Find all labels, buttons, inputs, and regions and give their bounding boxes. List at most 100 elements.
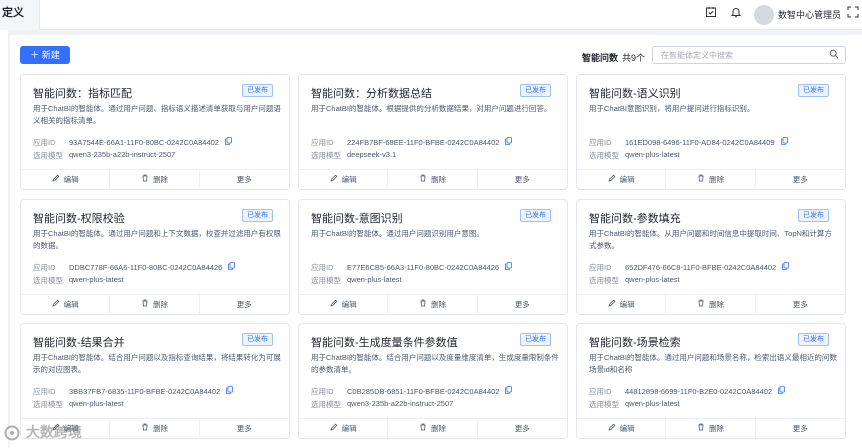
edit-label: 编辑 [619,424,635,433]
agent-card[interactable]: 智能问数-语义识别 已发布 用于ChatBI意图识别，将用户提问进行指标识别。 应用I… [576,74,846,190]
card-actions: 编辑 删除 更多 [299,418,567,439]
bell-icon[interactable] [729,6,743,20]
model-label: 选用模型 [33,276,63,285]
watermark: 大数跨境 [4,422,82,442]
agent-card[interactable]: 智能问数-权限校验 已发布 用于ChatBI的智能体。通过用户问题和上下文数据，校查… [20,199,290,315]
card-title[interactable]: 智能问数-参数填充 [589,210,681,226]
left-gutter [0,30,8,448]
edit-button[interactable]: 编辑 [21,295,111,315]
status-badge: 已发布 [798,84,829,97]
more-button[interactable]: 更多 [478,170,567,190]
more-button[interactable]: 更多 [756,295,845,315]
more-button[interactable]: 更多 [478,419,567,439]
more-button[interactable]: 更多 [200,170,289,190]
delete-button[interactable]: 删除 [388,295,478,315]
agent-card[interactable]: 智能问数：指标匹配 已发布 用于ChatBI的智能体。通过用户问题、指标语义描述清单… [20,74,290,190]
card-title[interactable]: 智能问数-场景检索 [589,334,681,350]
edit-icon [330,174,338,184]
calendar-check-icon[interactable] [704,6,718,20]
count-label: 智能问数 [582,53,619,63]
card-title[interactable]: 智能问数-生成度量条件参数值 [311,334,458,350]
delete-icon [419,299,427,309]
edit-label: 编辑 [619,300,635,309]
card-title[interactable]: 智能问数-结果合并 [33,334,125,350]
model-label: 选用模型 [311,151,341,160]
username[interactable]: 数智中心管理员 [778,8,841,21]
card-title[interactable]: 智能问数-语义识别 [589,85,681,101]
app-id-text: 3BB37FB7-6835-11F0-BFBE-0242C0A84402 [69,387,221,396]
model-label: 选用模型 [589,400,619,409]
model-value: qwen-plus-latest [69,399,124,408]
new-button[interactable]: ＋ 新建 [20,46,70,64]
delete-button[interactable]: 删除 [110,170,200,190]
fullscreen-icon[interactable] [846,6,860,20]
status-badge: 已发布 [520,84,551,97]
delete-button[interactable]: 删除 [110,419,200,439]
more-button[interactable]: 更多 [200,295,289,315]
delete-button[interactable]: 删除 [666,419,756,439]
delete-button[interactable]: 删除 [666,295,756,315]
delete-label: 删除 [430,300,446,309]
delete-label: 删除 [708,175,724,184]
edit-label: 编辑 [341,300,357,309]
card-title[interactable]: 智能问数-意图识别 [311,210,403,226]
copy-icon[interactable] [505,386,513,396]
edit-button[interactable]: 编辑 [299,419,389,439]
delete-label: 删除 [708,300,724,309]
edit-button[interactable]: 编辑 [21,170,111,190]
agent-card[interactable]: 智能问数-意图识别 已发布用于ChatBI的智能体。通过用户问题识别用户意图。 应用… [298,199,568,315]
delete-button[interactable]: 删除 [388,170,478,190]
more-label: 更多 [514,175,530,184]
edit-button[interactable]: 编辑 [577,170,667,190]
card-description: 用于ChatBI的智能体。结合用户问题以及指标查询结果，将结果转化为可展示的对应… [33,353,281,374]
card-description: 用于ChatBI意图识别，将用户提问进行指标识别。 [589,104,755,113]
tab-definition[interactable]: 定义 [0,0,40,30]
search-input[interactable]: 在智能体定义中搜索 [652,46,846,64]
edit-button[interactable]: 编辑 [577,295,667,315]
card-title[interactable]: 智能问数-权限校验 [33,210,125,226]
delete-icon [697,174,705,184]
status-badge: 已发布 [520,209,551,222]
copy-icon[interactable] [228,262,236,272]
avatar[interactable] [754,5,774,25]
model-value: deepseek-v3.1 [347,150,397,159]
status-badge: 已发布 [242,209,273,222]
copy-icon[interactable] [505,137,513,147]
edit-icon [330,299,338,309]
status-badge: 已发布 [242,84,273,97]
delete-button[interactable]: 删除 [110,295,200,315]
search-icon[interactable] [829,49,839,62]
delete-label: 删除 [152,300,168,309]
delete-button[interactable]: 删除 [388,419,478,439]
copy-icon[interactable] [226,386,234,396]
more-button[interactable]: 更多 [478,295,567,315]
copy-icon[interactable] [778,386,785,396]
agent-card[interactable]: 智能问数-参数填充 已发布 用于ChatBI的智能体。从用户问题和时间信息中提取时间… [576,199,846,315]
agent-card[interactable]: 智能问数：分析数据总结 已发布 用于ChatBI的智能体。根据提供的分析数据结果，对… [298,74,568,190]
copy-icon[interactable] [782,262,790,272]
card-description: 用于ChatBI的智能体。通过用户问题识别用户意图。 [311,229,484,238]
copy-icon[interactable] [505,262,512,272]
card-title[interactable]: 智能问数：指标匹配 [33,85,132,101]
edit-icon [52,299,60,309]
card-actions: 编辑 删除 更多 [577,169,845,190]
model-label: 选用模型 [589,151,619,160]
edit-button[interactable]: 编辑 [299,295,389,315]
app-id-text: 93A7544E-66A1-11F0-80BC-0242C0A84402 [69,138,219,147]
agent-card[interactable]: 智能问数-场景检索 已发布 用于ChatBI的智能体。通过用户问题和场景名称，检索出… [576,323,846,439]
edit-button[interactable]: 编辑 [299,170,389,190]
more-button[interactable]: 更多 [756,419,845,439]
copy-icon[interactable] [225,137,232,147]
more-button[interactable]: 更多 [756,170,845,190]
delete-button[interactable]: 删除 [666,170,756,190]
more-button[interactable]: 更多 [200,419,289,439]
app-id-label: 应用ID [311,263,334,272]
model-value: qwen-plus-latest [625,399,680,408]
edit-button[interactable]: 编辑 [577,419,667,439]
card-title[interactable]: 智能问数：分析数据总结 [311,85,432,101]
edit-label: 编辑 [63,300,79,309]
app-id-value: 3BB37FB7-6835-11F0-BFBE-0242C0A84402 [69,386,234,396]
copy-icon[interactable] [780,137,788,147]
agent-card[interactable]: 智能问数-生成度量条件参数值 已发布 用于ChatBI的智能体。结合用户问题以及度量… [298,323,568,439]
card-description: 用于ChatBI的智能体。从用户问题和时间信息中提取时间、TopN和计算方式参数… [589,229,832,250]
